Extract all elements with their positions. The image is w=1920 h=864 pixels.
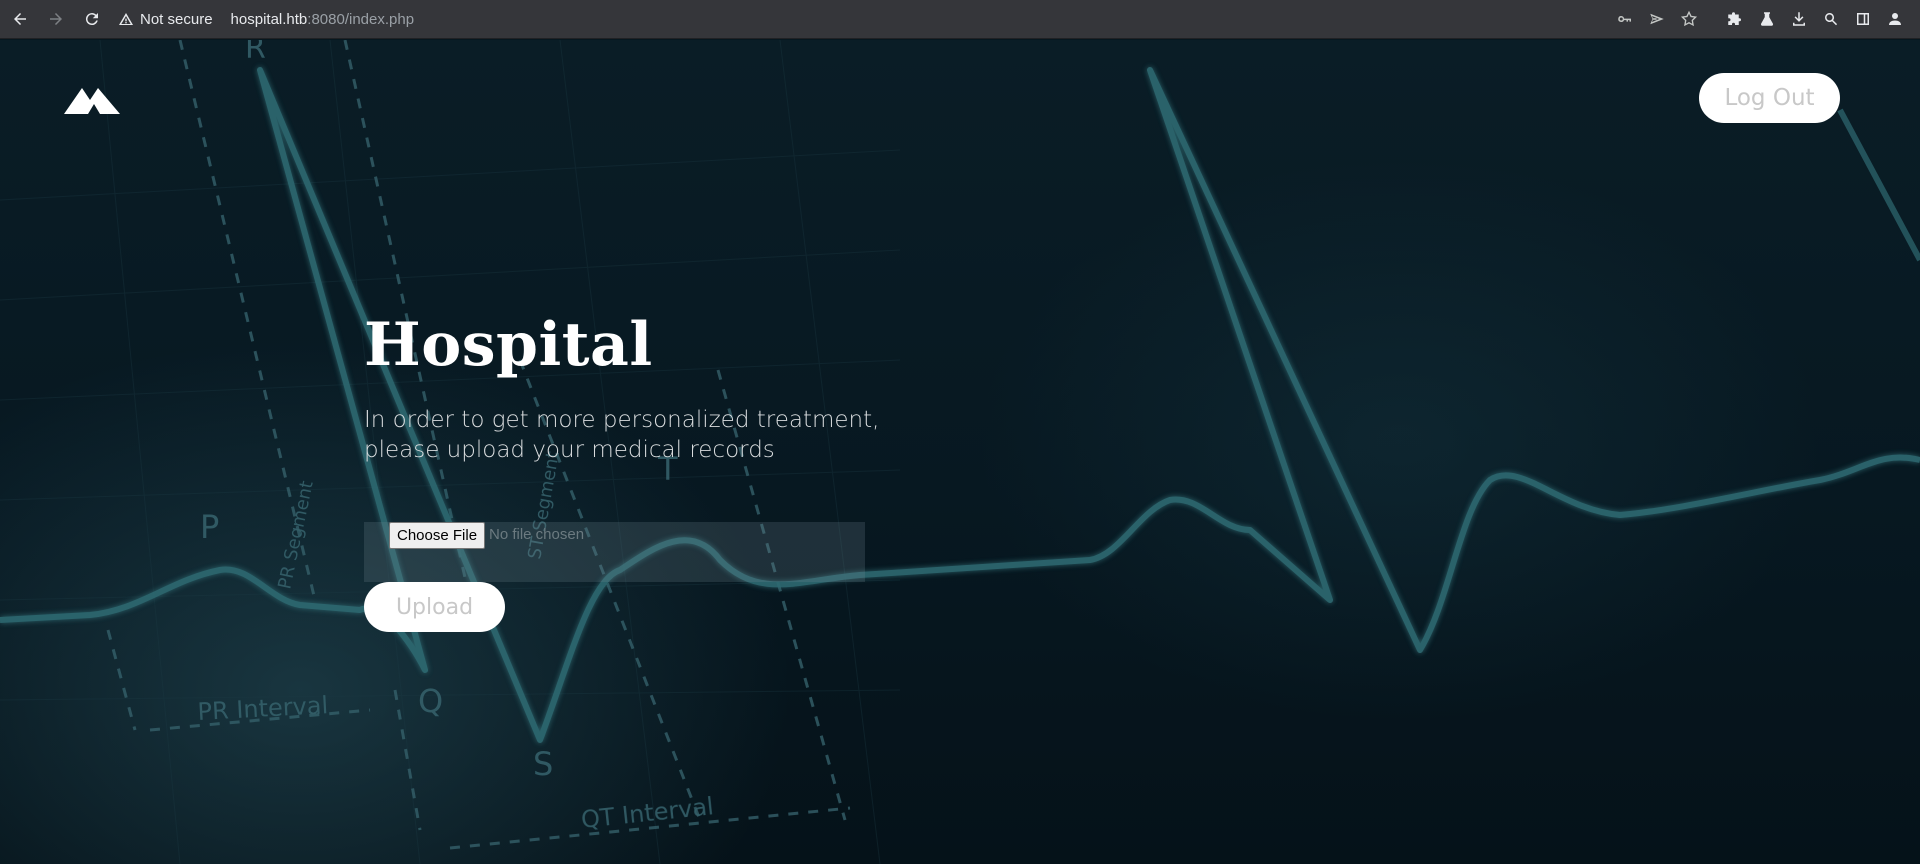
back-button[interactable] [4, 3, 36, 35]
send-button[interactable] [1644, 6, 1670, 32]
ecg-label-pr-interval: PR Interval [197, 691, 329, 726]
security-indicator[interactable]: Not secure [118, 11, 213, 28]
forward-icon [50, 13, 62, 25]
forward-button[interactable] [40, 3, 72, 35]
star-icon [1680, 10, 1698, 27]
address-bar[interactable]: Not secure hospital.htb:8080/index.php [118, 4, 414, 34]
downloads-button[interactable] [1786, 6, 1812, 32]
ecg-label-q: Q [418, 682, 443, 720]
search-icon [1825, 13, 1838, 26]
ecg-background: R P T Q S PR Interval QT Interval PR Seg… [0, 40, 1920, 864]
ecg-label-s: S [533, 745, 553, 783]
flask-icon [1760, 12, 1774, 26]
choose-file-button[interactable]: Choose File [389, 522, 486, 549]
browser-toolbar: Not secure hospital.htb:8080/index.php [0, 0, 1920, 39]
extensions-button[interactable] [1722, 6, 1748, 32]
page-subtitle: In order to get more personalized treatm… [364, 407, 880, 463]
profile-icon [1889, 13, 1901, 25]
url-host: hospital.htb [230, 10, 308, 28]
security-label: Not secure [140, 10, 213, 28]
ecg-label-r: R [245, 40, 266, 66]
send-icon [1650, 13, 1664, 25]
download-icon [1793, 12, 1805, 26]
url-path: :8080/index.php [307, 10, 415, 28]
page-title: Hospital [364, 310, 653, 380]
warning-icon [119, 13, 133, 25]
reload-button[interactable] [76, 3, 108, 35]
password-button[interactable] [1612, 6, 1638, 32]
no-file-text: No file chosen [489, 526, 585, 543]
labs-button[interactable] [1754, 6, 1780, 32]
ecg-label-qt-interval: QT Interval [580, 792, 715, 834]
toolbar-actions [1612, 6, 1908, 32]
url-text[interactable]: hospital.htb:8080/index.php [231, 11, 415, 28]
page-content: R P T Q S PR Interval QT Interval PR Seg… [0, 40, 1920, 864]
sidepanel-icon [1857, 13, 1869, 25]
file-input[interactable]: Choose File No file chosen [364, 522, 865, 582]
upload-button[interactable]: Upload [364, 582, 505, 632]
profile-button[interactable] [1882, 6, 1908, 32]
search-button[interactable] [1818, 6, 1844, 32]
reload-icon [85, 13, 98, 26]
ecg-label-p: P [200, 508, 219, 546]
ecg-label-pr-segment: PR Segment [274, 479, 317, 591]
puzzle-icon [1728, 12, 1741, 25]
logo-icon [64, 88, 120, 114]
logout-button[interactable]: Log Out [1699, 73, 1840, 123]
side-panel-button[interactable] [1850, 6, 1876, 32]
bookmark-button[interactable] [1676, 6, 1702, 32]
back-icon [14, 13, 26, 25]
key-icon [1618, 15, 1631, 22]
